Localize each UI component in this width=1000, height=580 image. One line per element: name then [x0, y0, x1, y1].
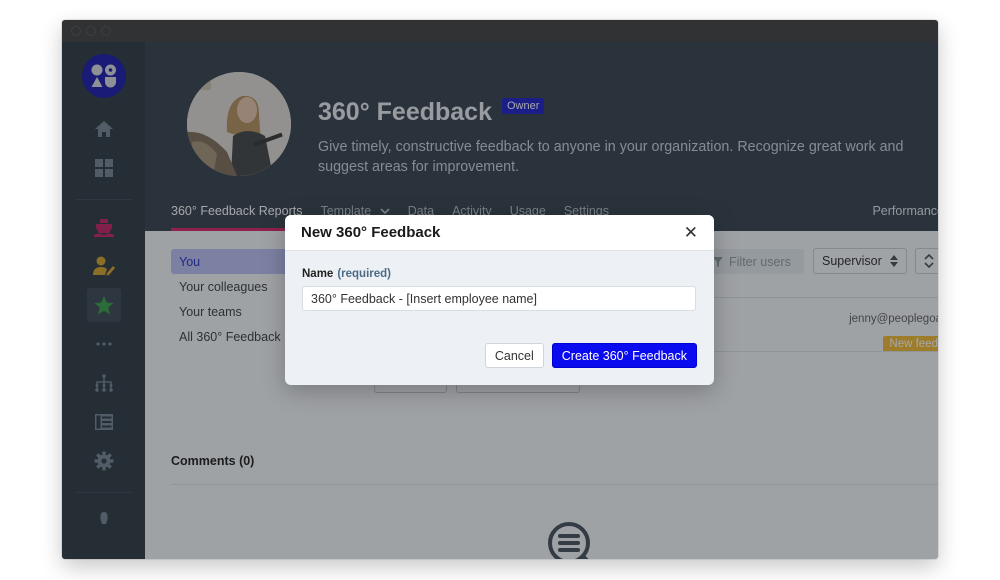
dialog-footer: Cancel Create 360° Feedback [484, 343, 697, 368]
dialog-body: Name (required) [285, 251, 714, 311]
required-hint: (required) [337, 268, 391, 280]
new-feedback-dialog: New 360° Feedback ✕ Name(required) Cance… [285, 215, 714, 385]
cancel-button[interactable]: Cancel [484, 343, 544, 368]
name-field-label: Name (required) [302, 268, 697, 280]
dialog-title: New 360° Feedback [301, 224, 441, 241]
name-label-text: Name [302, 268, 334, 280]
close-icon[interactable]: ✕ [684, 224, 698, 241]
name-input[interactable] [302, 286, 696, 311]
dialog-header: New 360° Feedback ✕ [285, 215, 714, 251]
create-feedback-button[interactable]: Create 360° Feedback [551, 343, 697, 368]
